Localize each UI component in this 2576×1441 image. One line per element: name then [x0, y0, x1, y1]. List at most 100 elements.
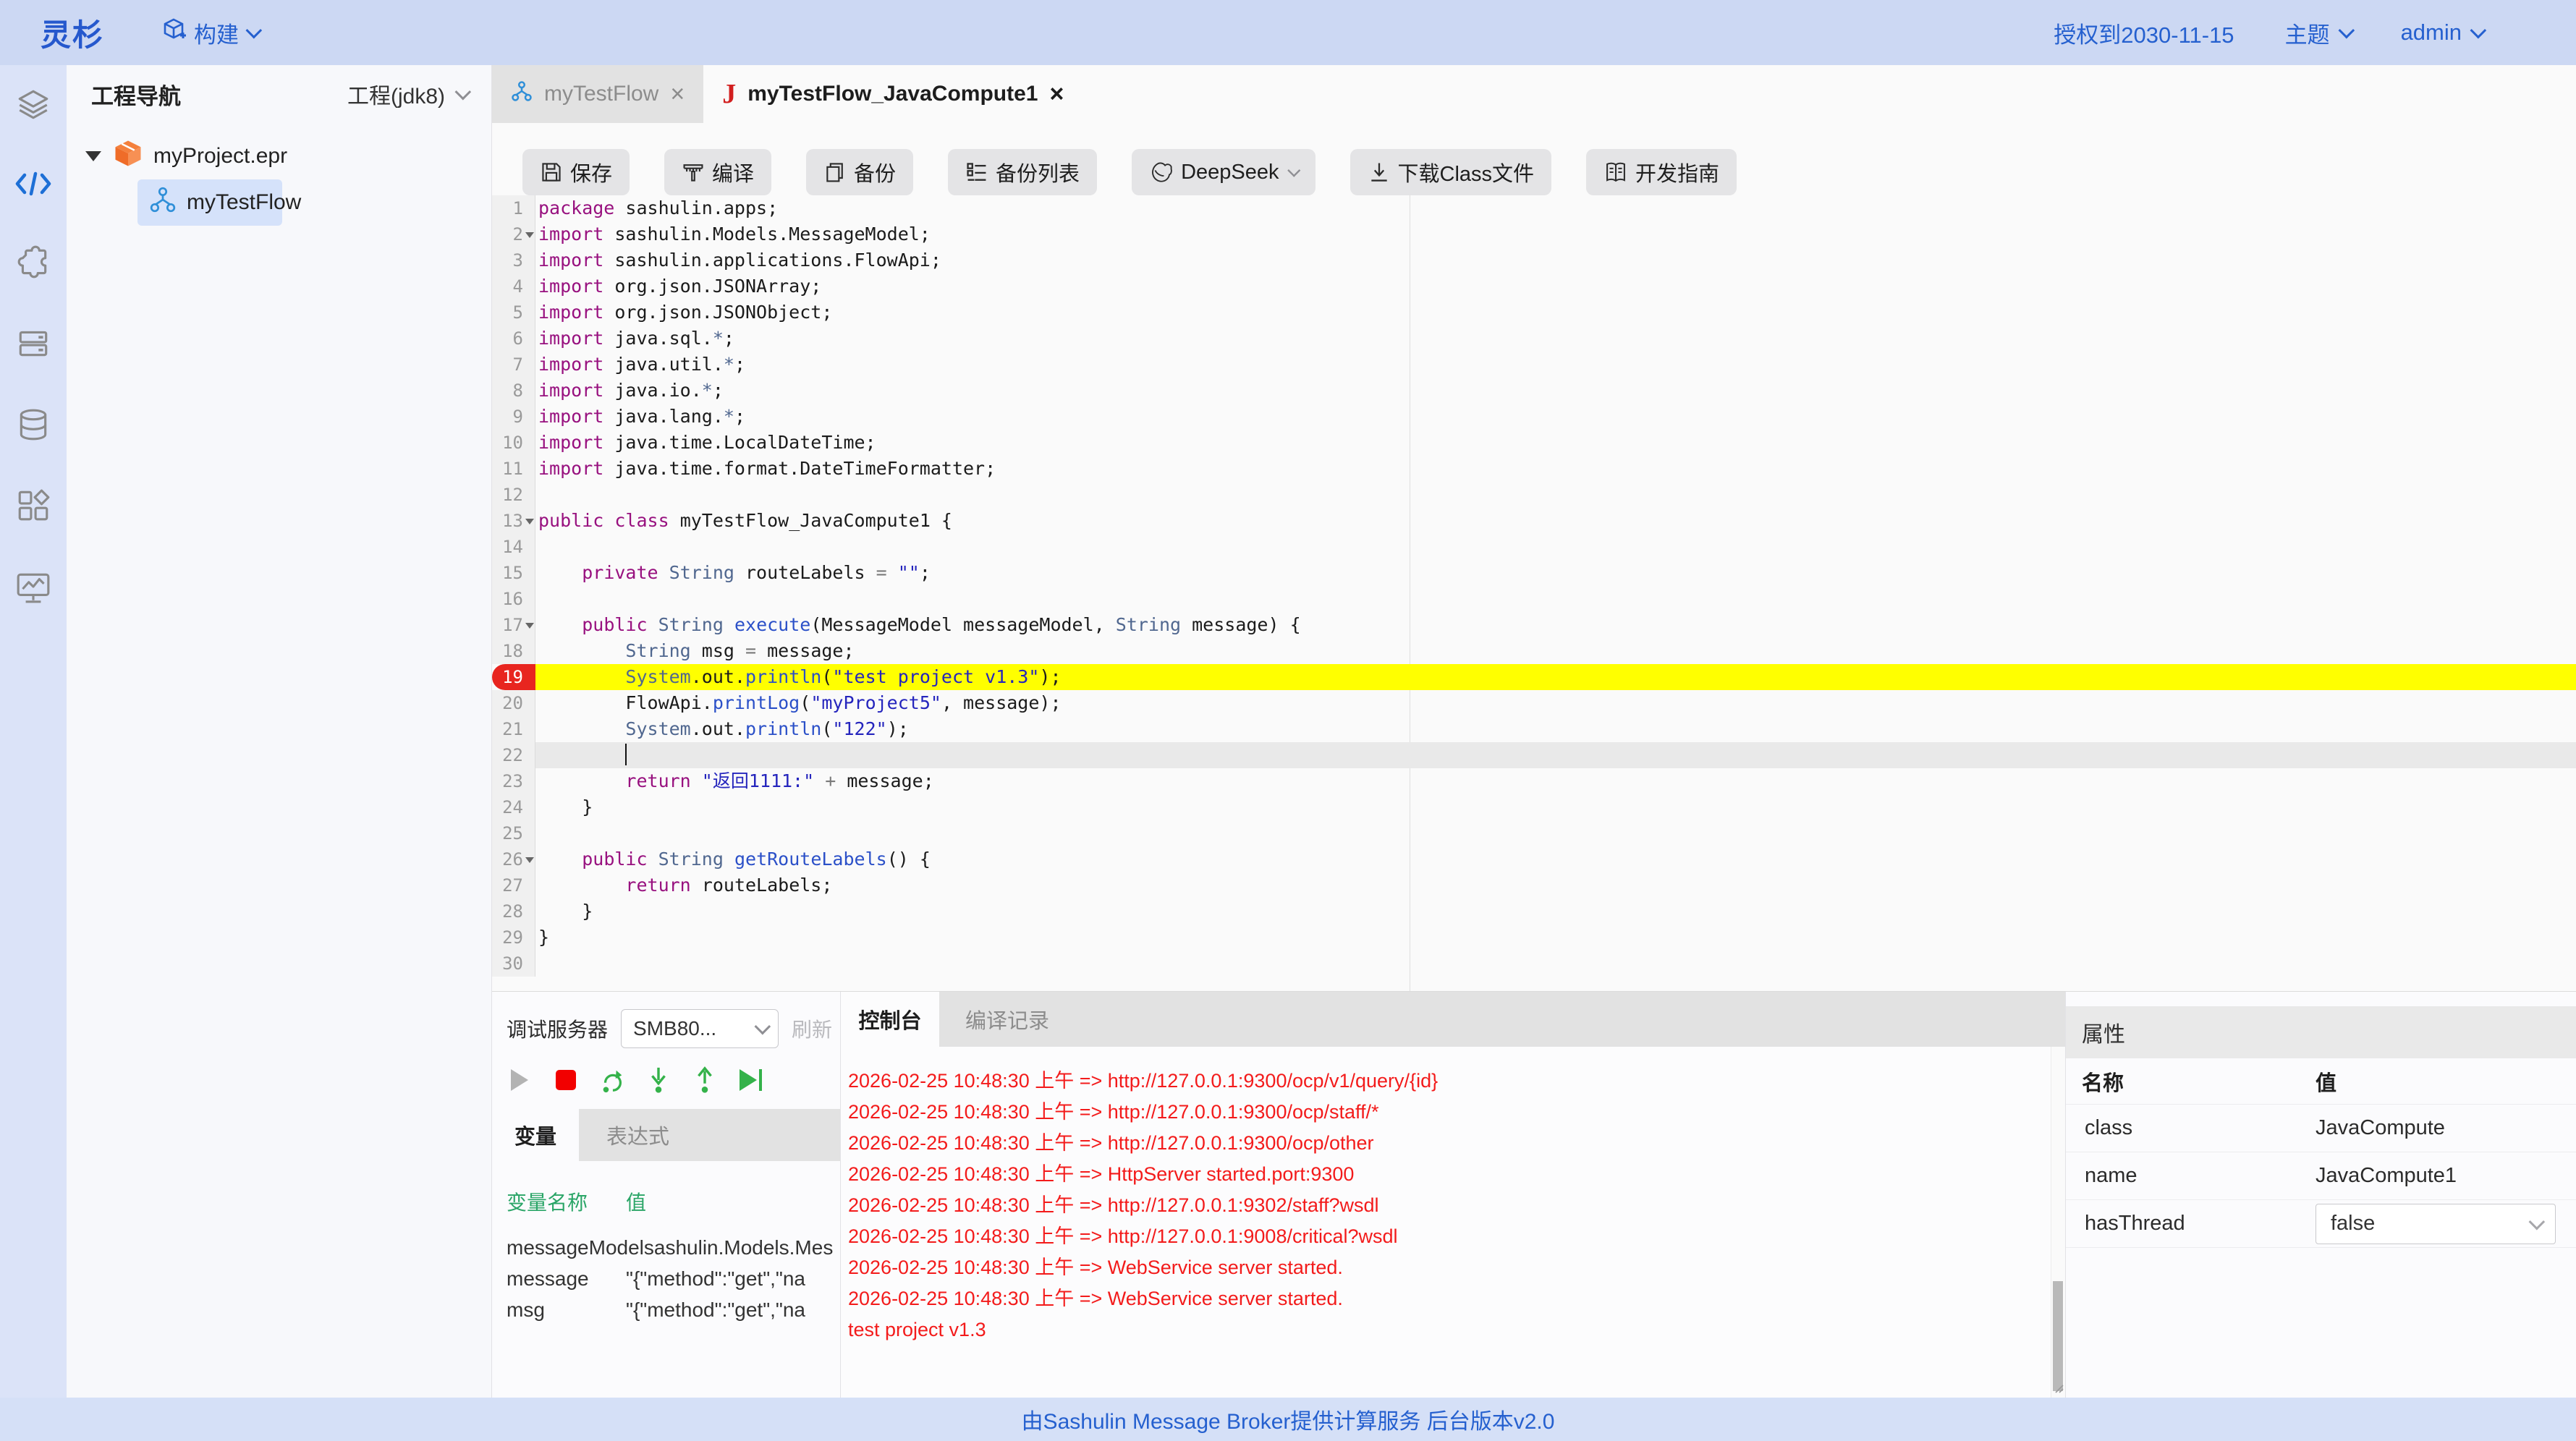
backup-button[interactable]: 备份 [806, 149, 913, 195]
tab-mytestflow[interactable]: myTestFlow × [492, 65, 703, 123]
code-line-text[interactable]: } [535, 898, 2576, 924]
code-line-text[interactable]: } [535, 794, 2576, 820]
line-number[interactable]: 2 [492, 221, 535, 247]
line-number[interactable]: 12 [492, 482, 535, 508]
code-line-text[interactable]: FlowApi.printLog("myProject5", message); [535, 690, 2576, 716]
step-out-icon[interactable] [690, 1066, 719, 1094]
resume-icon[interactable] [598, 1066, 627, 1094]
fold-marker-icon[interactable] [525, 519, 534, 524]
line-number[interactable]: 17 [492, 612, 535, 638]
code-line-text[interactable]: return routeLabels; [535, 872, 2576, 898]
line-number[interactable]: 15 [492, 560, 535, 586]
download-class-button[interactable]: 下载Class文件 [1350, 149, 1552, 195]
tab-javacompute[interactable]: J myTestFlow_JavaCompute1 × [703, 65, 1082, 123]
variable-row[interactable]: msg"{"method":"get","na [507, 1294, 840, 1325]
tree-item-flow[interactable]: myTestFlow [137, 179, 282, 226]
line-number[interactable]: 20 [492, 690, 535, 716]
line-number[interactable]: 14 [492, 534, 535, 560]
monitor-chart-icon[interactable] [15, 569, 51, 605]
backup-list-button[interactable]: 备份列表 [948, 149, 1097, 195]
compile-button[interactable]: 编译 [664, 149, 771, 195]
tree-item-project[interactable]: myProject.epr [67, 133, 491, 179]
code-line-text[interactable]: package sashulin.apps; [535, 195, 2576, 221]
dev-guide-button[interactable]: 开发指南 [1586, 149, 1737, 195]
line-number[interactable]: 13 [492, 508, 535, 534]
code-line-text[interactable]: } [535, 924, 2576, 951]
refresh-button[interactable]: 刷新 [792, 1014, 832, 1043]
line-number[interactable]: 11 [492, 456, 535, 482]
build-menu[interactable]: 构建 [162, 17, 258, 49]
code-line-text[interactable]: import java.lang.*; [535, 404, 2576, 430]
variable-row[interactable]: message"{"method":"get","na [507, 1263, 840, 1294]
line-number[interactable]: 22 [492, 742, 535, 768]
property-value-select[interactable]: false [2316, 1204, 2556, 1244]
code-line-text[interactable]: import org.json.JSONObject; [535, 299, 2576, 326]
line-number[interactable]: 7 [492, 352, 535, 378]
fold-marker-icon[interactable] [525, 623, 534, 629]
code-line-text[interactable]: System.out.println("122"); [535, 716, 2576, 742]
server-icon[interactable] [15, 326, 51, 362]
run-to-end-icon[interactable] [737, 1066, 766, 1094]
line-number[interactable]: 27 [492, 872, 535, 898]
code-line-text[interactable]: private String routeLabels = ""; [535, 560, 2576, 586]
code-line-text[interactable] [535, 951, 2576, 977]
plugin-puzzle-icon[interactable] [15, 245, 51, 281]
code-line-text[interactable]: import java.sql.*; [535, 326, 2576, 352]
line-number[interactable]: 25 [492, 820, 535, 846]
layers-icon[interactable] [15, 87, 51, 123]
line-number[interactable]: 16 [492, 586, 535, 612]
line-number[interactable]: 29 [492, 924, 535, 951]
code-line-text[interactable]: String msg = message; [535, 638, 2576, 664]
line-number[interactable]: 21 [492, 716, 535, 742]
code-line-text[interactable]: public String execute(MessageModel messa… [535, 612, 2576, 638]
fold-marker-icon[interactable] [525, 857, 534, 863]
console-scrollbar-thumb[interactable] [2053, 1281, 2063, 1391]
line-number[interactable]: 3 [492, 247, 535, 273]
play-icon[interactable] [505, 1066, 534, 1094]
code-line-text[interactable]: import sashulin.Models.MessageModel; [535, 221, 2576, 247]
theme-menu[interactable]: 主题 [2285, 17, 2350, 49]
code-line-text[interactable]: import java.util.*; [535, 352, 2576, 378]
resize-grip-icon[interactable] [2052, 1382, 2064, 1397]
line-number[interactable]: 6 [492, 326, 535, 352]
tab-close-icon[interactable]: × [1049, 82, 1064, 106]
tab-variables[interactable]: 变量 [492, 1109, 579, 1161]
code-line-text[interactable] [535, 534, 2576, 560]
save-button[interactable]: 保存 [522, 149, 630, 195]
line-number[interactable]: 19 [492, 664, 535, 690]
tab-compile-log[interactable]: 编译记录 [939, 992, 2065, 1047]
code-editor[interactable]: 1package sashulin.apps;2import sashulin.… [492, 195, 2576, 991]
code-line-text[interactable] [535, 482, 2576, 508]
code-line-text[interactable] [535, 820, 2576, 846]
stop-icon[interactable] [551, 1066, 580, 1094]
step-into-icon[interactable] [644, 1066, 673, 1094]
line-number[interactable]: 1 [492, 195, 535, 221]
deepseek-button[interactable]: DeepSeek [1132, 149, 1315, 195]
line-number[interactable]: 4 [492, 273, 535, 299]
variable-row[interactable]: messageModelsashulin.Models.Mes [507, 1232, 840, 1263]
line-number[interactable]: 26 [492, 846, 535, 872]
project-selector[interactable]: 工程(jdk8) [347, 78, 467, 110]
line-number[interactable]: 8 [492, 378, 535, 404]
code-line-text[interactable]: System.out.println("test project v1.3"); [535, 664, 2576, 690]
code-line-text[interactable]: return "返回1111:" + message; [535, 768, 2576, 794]
code-line-text[interactable]: import java.time.LocalDateTime; [535, 430, 2576, 456]
code-line-text[interactable]: import org.json.JSONArray; [535, 273, 2576, 299]
code-line-text[interactable]: import sashulin.applications.FlowApi; [535, 247, 2576, 273]
tab-close-icon[interactable]: × [670, 82, 685, 106]
line-number[interactable]: 23 [492, 768, 535, 794]
line-number[interactable]: 5 [492, 299, 535, 326]
code-line-text[interactable]: public String getRouteLabels() { [535, 846, 2576, 872]
console-scrollbar-track[interactable] [2051, 1047, 2065, 1398]
database-icon[interactable] [15, 407, 51, 443]
line-number[interactable]: 28 [492, 898, 535, 924]
code-line-text[interactable] [535, 742, 2576, 768]
line-number[interactable]: 9 [492, 404, 535, 430]
code-line-text[interactable] [535, 586, 2576, 612]
user-menu[interactable]: admin [2401, 20, 2482, 46]
code-icon[interactable] [14, 168, 52, 200]
line-number[interactable]: 10 [492, 430, 535, 456]
tab-console[interactable]: 控制台 [841, 992, 939, 1047]
fold-marker-icon[interactable] [525, 232, 534, 238]
code-line-text[interactable]: import java.time.format.DateTimeFormatte… [535, 456, 2576, 482]
